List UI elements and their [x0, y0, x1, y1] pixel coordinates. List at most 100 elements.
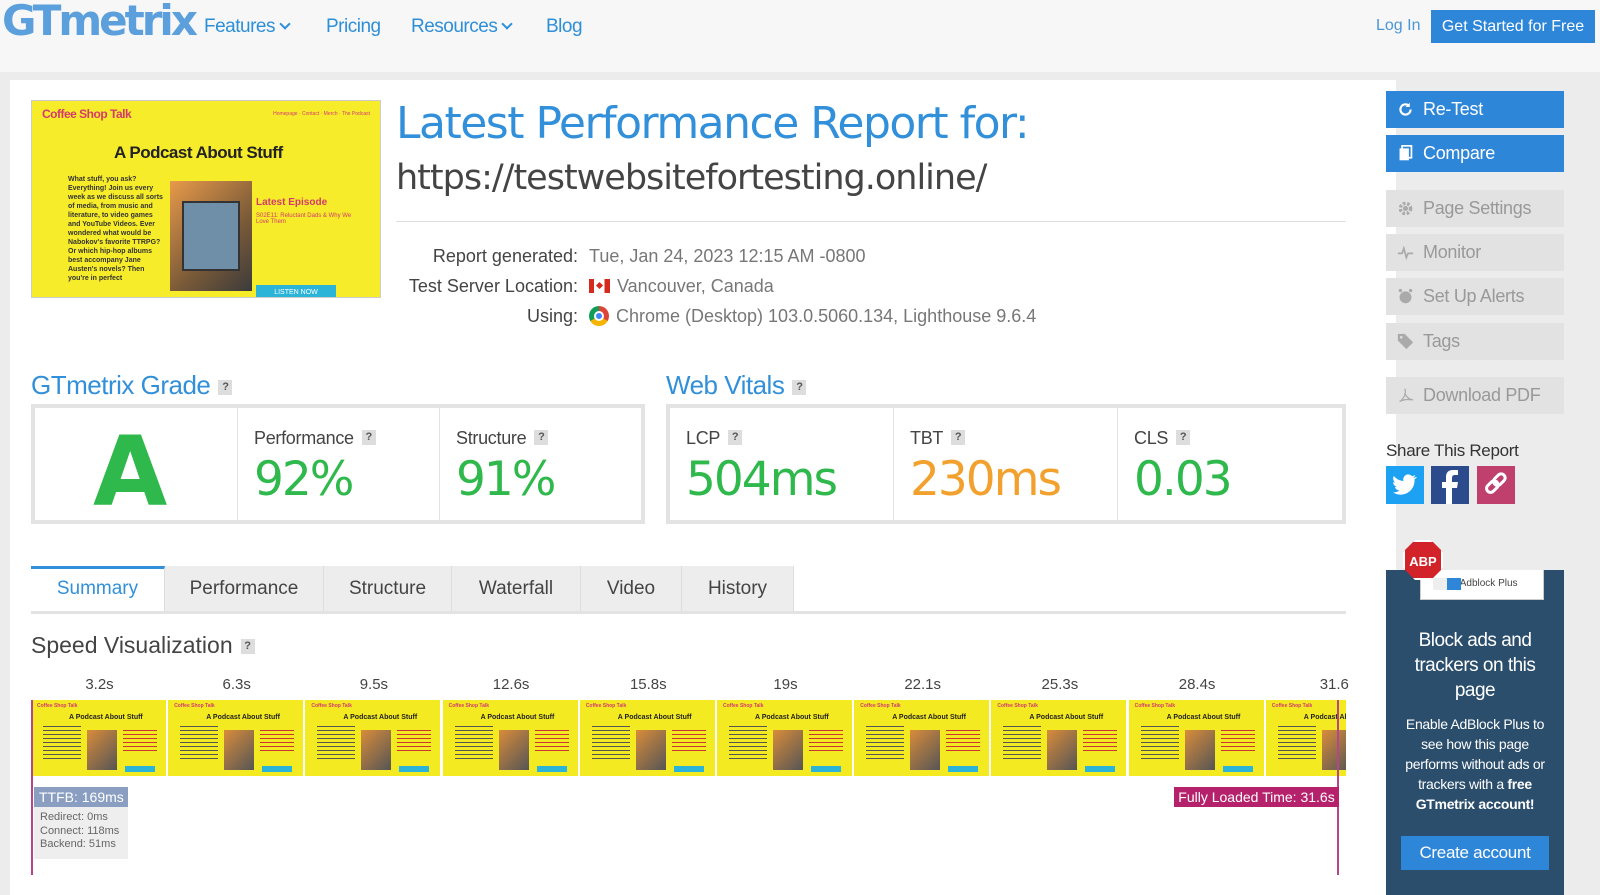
frame-text — [43, 726, 81, 762]
frame-time-label: 19s — [773, 676, 798, 693]
thumb-episode: S02E11: Reluctant Dads & Why We Love The… — [256, 213, 352, 225]
nav-resources-label: Resources — [411, 16, 498, 37]
frame-time-label: 28.4s — [1178, 676, 1216, 693]
monitor-button[interactable]: Monitor — [1386, 234, 1564, 271]
frame-logo: Coffee Shop Talk — [311, 703, 352, 709]
filmstrip-frame[interactable]: Coffee Shop Talk A Podcast About Stuff — [305, 700, 441, 776]
page-screenshot-thumbnail: Coffee Shop Talk Homepage · Contact · Me… — [31, 100, 381, 298]
gtmetrix-logo[interactable]: GTmetrix — [2, 0, 198, 45]
tab-performance[interactable]: Performance — [165, 566, 324, 611]
tab-waterfall[interactable]: Waterfall — [452, 566, 581, 611]
filmstrip-frame[interactable]: Coffee Shop Talk A Podcast About Stuff — [717, 700, 852, 776]
frame-episode — [1083, 730, 1118, 752]
frame-button — [811, 766, 841, 772]
frame-episode — [671, 730, 706, 752]
nav-pricing[interactable]: Pricing — [326, 16, 381, 38]
frame-episode — [1220, 730, 1255, 752]
frame-text — [866, 726, 905, 762]
frame-text — [1277, 726, 1316, 762]
filmstrip-frame[interactable]: Coffee Shop Talk A Podcast About Stuff — [991, 700, 1127, 776]
tags-button[interactable]: Tags — [1386, 323, 1564, 360]
frame-logo: Coffee Shop Talk — [1134, 703, 1176, 709]
page-settings-button[interactable]: Page Settings — [1386, 190, 1564, 227]
twitter-icon — [1393, 474, 1417, 495]
compare-button[interactable]: Compare — [1386, 135, 1564, 172]
structure-cell: Structure? 91% — [440, 408, 641, 520]
frame-time-label: 6.3s — [222, 676, 251, 693]
help-icon[interactable]: ? — [951, 430, 966, 445]
cls-value: 0.03 — [1134, 452, 1233, 507]
structure-value: 91% — [456, 452, 556, 507]
filmstrip-frame[interactable]: Coffee Shop Talk A Podcast About Stuff — [854, 700, 990, 776]
frame-headline: A Podcast About Stuff — [755, 714, 829, 721]
nav-blog[interactable]: Blog — [546, 16, 583, 38]
report-url: https://testwebsitefortesting.online/ — [396, 158, 987, 198]
set-up-alerts-button[interactable]: Set Up Alerts — [1386, 278, 1564, 315]
create-account-button[interactable]: Create account — [1401, 836, 1549, 870]
tbt-cell: TBT? 230ms — [894, 408, 1118, 520]
report-tabs: Summary Performance Structure Waterfall … — [31, 566, 1346, 614]
frame-button — [399, 766, 430, 772]
tab-structure[interactable]: Structure — [324, 566, 452, 611]
filmstrip-frame[interactable]: Coffee Shop Talk A Podcast About Stuff — [579, 700, 715, 776]
help-icon[interactable]: ? — [792, 380, 807, 395]
help-icon[interactable]: ? — [728, 430, 743, 445]
tab-history[interactable]: History — [682, 566, 794, 611]
share-report-heading: Share This Report — [1386, 441, 1519, 460]
performance-cell: Performance? 92% — [238, 408, 440, 520]
lcp-label: LCP? — [686, 428, 743, 449]
frame-photo — [224, 730, 255, 770]
performance-value: 92% — [254, 452, 354, 507]
get-started-button[interactable]: Get Started for Free — [1431, 10, 1595, 43]
help-icon[interactable]: ? — [1176, 430, 1191, 445]
canada-flag-icon — [589, 279, 610, 293]
copy-link-button[interactable] — [1477, 466, 1515, 504]
nav-resources[interactable]: Resources — [411, 16, 513, 38]
frame-photo — [910, 730, 941, 770]
tab-video[interactable]: Video — [581, 566, 682, 611]
performance-label: Performance? — [254, 428, 376, 449]
download-pdf-button[interactable]: Download PDF — [1386, 377, 1564, 414]
frame-time-label: 22.1s — [904, 676, 942, 693]
help-icon[interactable]: ? — [218, 380, 233, 395]
retest-button[interactable]: Re-Test — [1386, 91, 1564, 128]
frame-logo: Coffee Shop Talk — [723, 703, 764, 709]
frame-text — [317, 726, 356, 762]
generated-value: Tue, Jan 24, 2023 12:15 AM -0800 — [589, 246, 866, 266]
frame-headline: A Podcast About Stuff — [892, 714, 966, 721]
nav-features[interactable]: Features — [204, 16, 291, 38]
filmstrip-frame[interactable]: Coffee Shop Talk A Podcast About Stuff — [1128, 700, 1264, 776]
frame-button — [262, 766, 293, 772]
frame-headline: A Podcast About Stuff — [1166, 714, 1241, 721]
frame-time-label: 25.3s — [1041, 676, 1079, 693]
frame-episode — [809, 730, 843, 752]
tbt-label: TBT? — [910, 428, 966, 449]
frame-text — [591, 726, 630, 762]
filmstrip-frame[interactable]: Coffee Shop Talk A Podcast About Stuff — [1265, 700, 1346, 776]
tab-summary[interactable]: Summary — [31, 566, 165, 611]
frame-photo — [1184, 730, 1215, 770]
twitter-share-button[interactable] — [1386, 466, 1424, 504]
pulse-icon — [1397, 245, 1414, 261]
filmstrip-frame[interactable]: Coffee Shop Talk A Podcast About Stuff — [442, 700, 578, 776]
adblock-headline: Block ads and trackers on this page — [1414, 630, 1536, 701]
frame-episode — [123, 730, 157, 752]
help-icon[interactable]: ? — [534, 430, 549, 445]
facebook-share-button[interactable] — [1431, 466, 1469, 504]
frame-logo: Coffee Shop Talk — [585, 703, 627, 709]
help-icon[interactable]: ? — [361, 430, 376, 445]
web-vitals-heading: Web Vitals? — [666, 370, 807, 401]
frame-photo — [87, 730, 117, 770]
compare-icon — [1399, 145, 1413, 161]
help-icon[interactable]: ? — [240, 639, 255, 654]
web-vitals-box: LCP? 504ms TBT? 230ms CLS? 0.03 — [666, 404, 1346, 524]
frame-photo — [1047, 730, 1078, 770]
frame-episode — [946, 730, 981, 752]
filmstrip-frame[interactable]: Coffee Shop Talk A Podcast About Stuff — [168, 700, 304, 776]
top-navigation: GTmetrix Features Pricing Resources Blog… — [0, 0, 1600, 72]
login-link[interactable]: Log In — [1376, 17, 1420, 35]
frame-photo — [361, 730, 392, 770]
frame-headline: A Podcast About Stuff — [1303, 714, 1346, 721]
filmstrip-frame[interactable]: Coffee Shop Talk A Podcast About Stuff — [31, 700, 166, 776]
abp-stop-sign-icon: ABP — [1403, 540, 1443, 580]
